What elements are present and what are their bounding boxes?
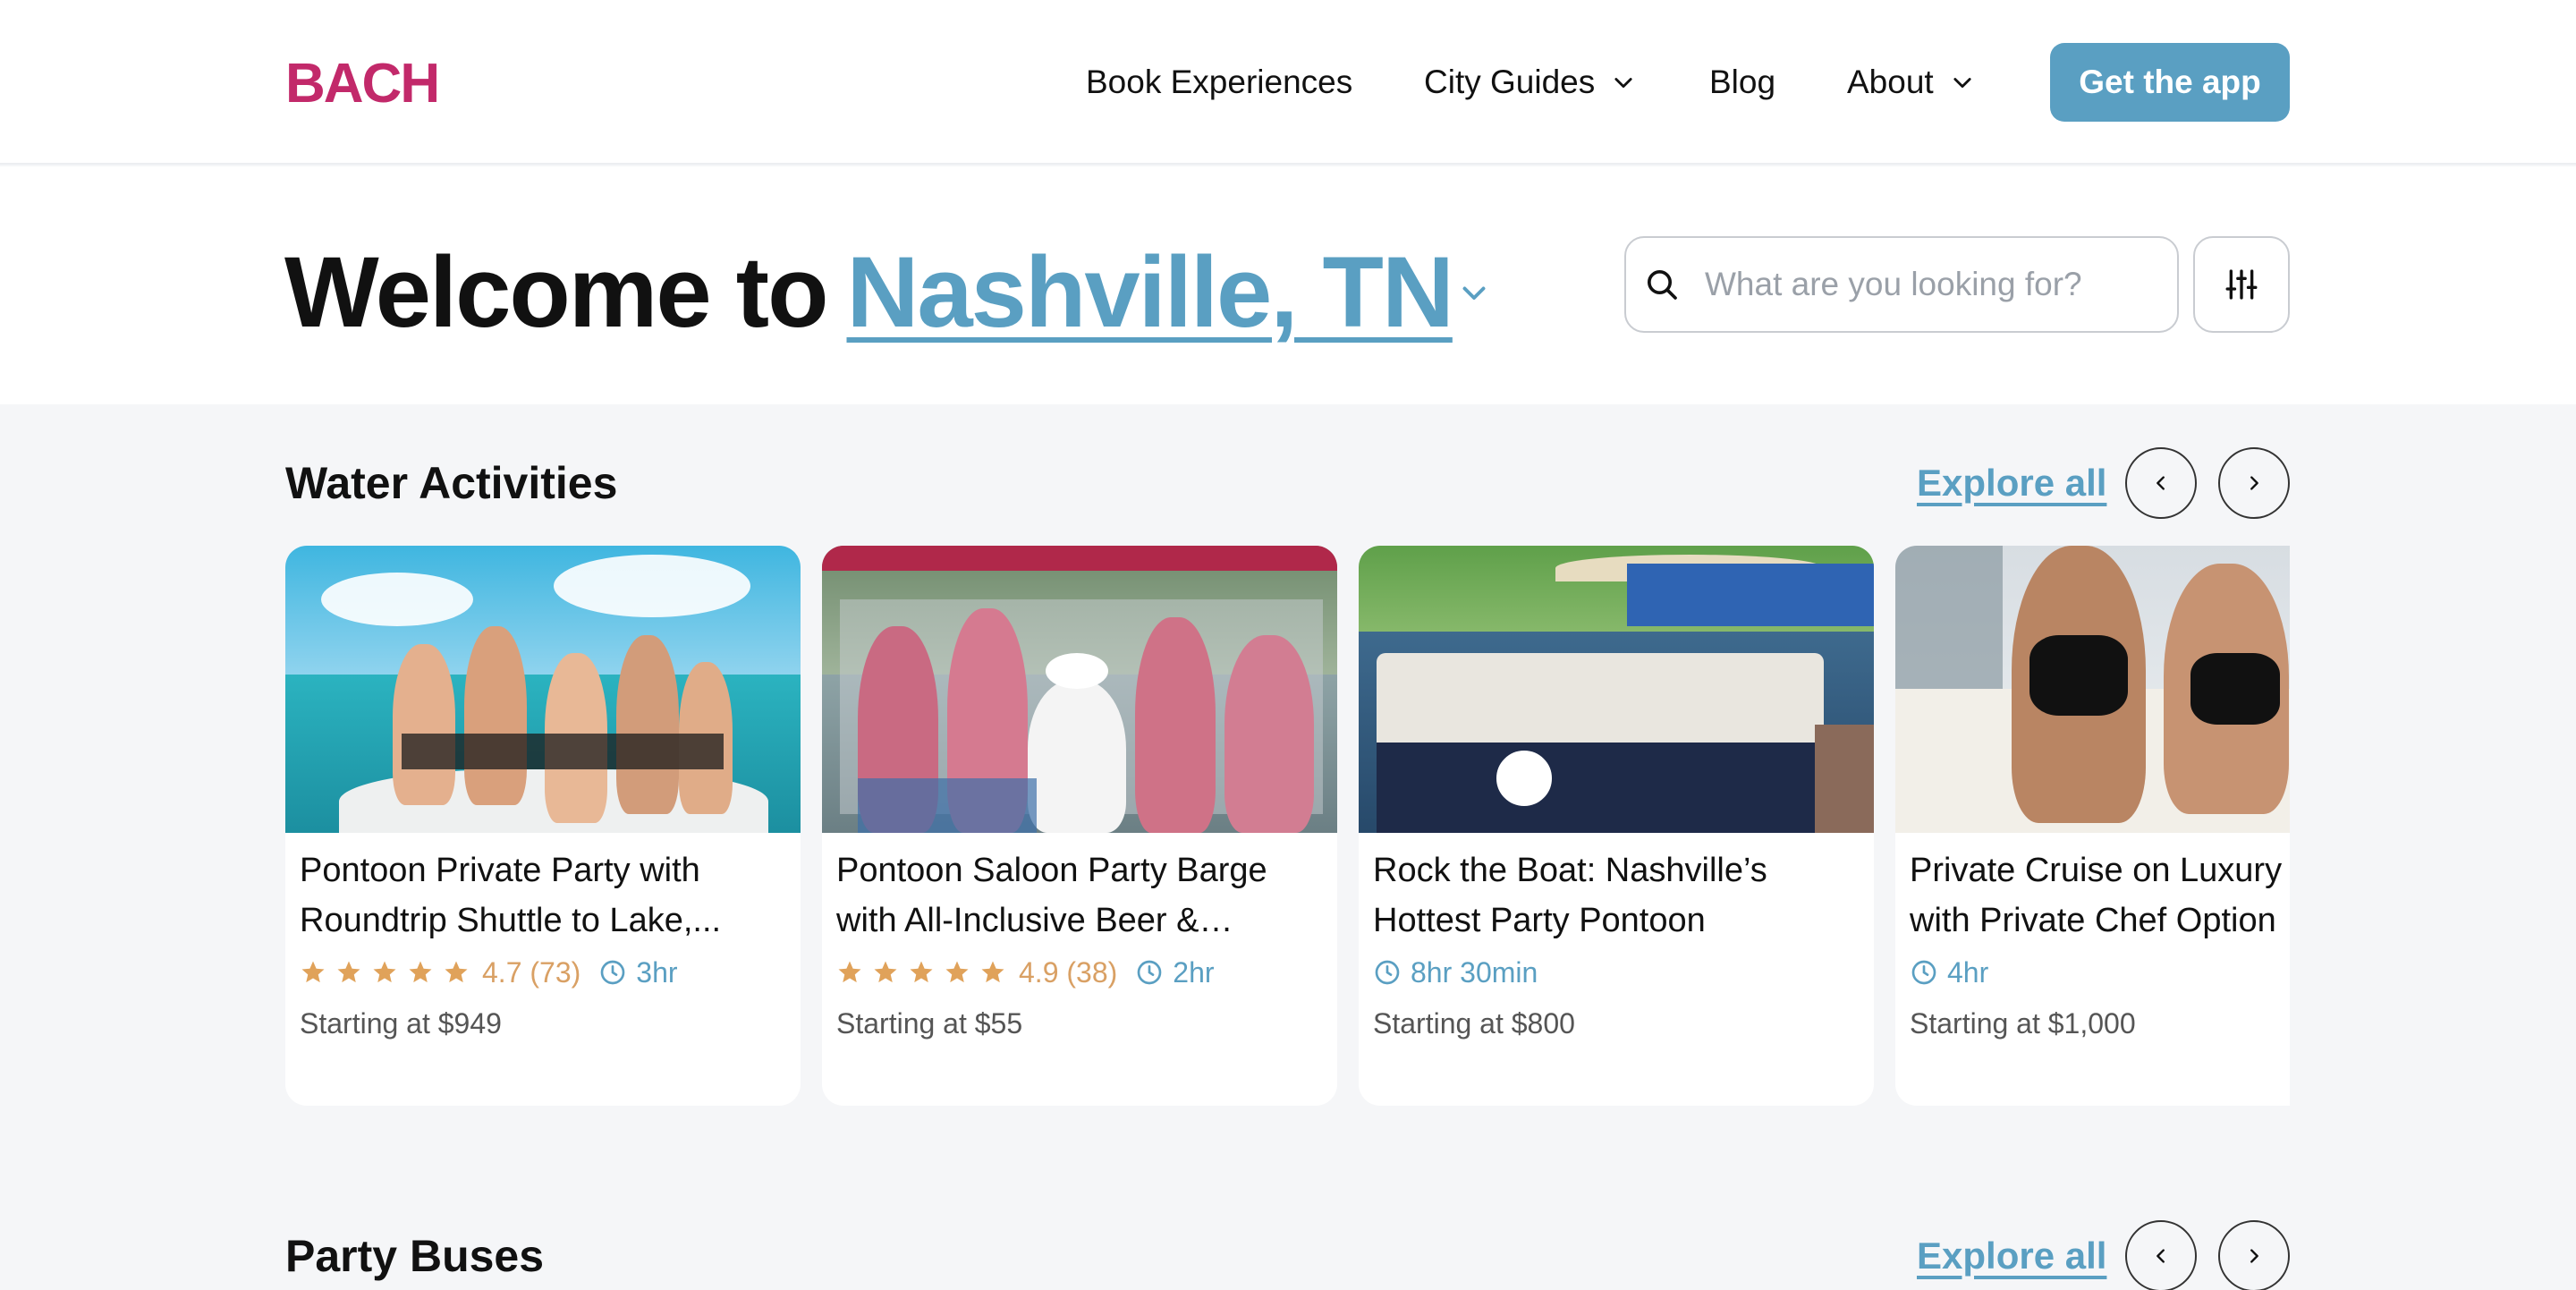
nav-link-book-experiences[interactable]: Book Experiences xyxy=(1086,59,1352,106)
nav-link-label: About xyxy=(1847,64,1934,100)
pontoon-boat-dock-photo xyxy=(1359,546,1874,833)
bach-logo[interactable]: BACH xyxy=(285,52,440,116)
carousel-next-button[interactable] xyxy=(2218,1220,2290,1290)
star-rating xyxy=(300,959,479,986)
chevron-down-icon[interactable] xyxy=(1458,276,1490,309)
page-title: Welcome to Nashville, TN xyxy=(284,234,1490,351)
nav-link-label: City Guides xyxy=(1424,64,1596,100)
section-title-party-buses: Party Buses xyxy=(285,1231,545,1281)
clock-icon xyxy=(1910,958,1938,987)
card-meta: 4hr xyxy=(1910,951,2290,994)
card-title[interactable]: Rock the Boat: Nashville’s Hottest Party… xyxy=(1373,845,1860,946)
rating-text: 4.9 (38) xyxy=(1019,955,1118,989)
nav-link-about[interactable]: About xyxy=(1847,59,1975,106)
experience-card[interactable]: Rock the Boat: Nashville’s Hottest Party… xyxy=(1359,546,1874,1106)
chevron-left-icon xyxy=(2157,476,2165,490)
nav-link-label: Book Experiences xyxy=(1086,64,1353,100)
star-icon xyxy=(407,959,434,986)
star-icon xyxy=(872,959,899,986)
carousel-next-button[interactable] xyxy=(2218,447,2290,519)
card-meta: 4.9 (38) 2hr xyxy=(836,951,1323,994)
filter-button[interactable] xyxy=(2193,236,2290,333)
card-title[interactable]: Private Cruise on Luxury Yacht with Priv… xyxy=(1910,845,2290,946)
star-rating xyxy=(836,959,1015,986)
star-icon xyxy=(944,959,970,986)
clock-icon xyxy=(1373,958,1402,987)
star-icon xyxy=(979,959,1006,986)
top-nav: BACH Book Experiences City Guides Blog A… xyxy=(0,0,2576,165)
carousel-prev-button[interactable] xyxy=(2125,1220,2197,1290)
explore-all-link[interactable]: Explore all xyxy=(1917,1233,2106,1279)
card-meta: 4.7 (73) 3hr xyxy=(300,951,786,994)
price-text: Starting at $949 xyxy=(300,1007,502,1040)
chevron-down-icon xyxy=(1611,70,1636,95)
star-icon xyxy=(836,959,863,986)
price-text: Starting at $55 xyxy=(836,1007,1023,1040)
chevron-right-icon xyxy=(2250,1249,2258,1263)
chevron-down-icon xyxy=(1950,70,1975,95)
experience-card[interactable]: Pontoon Private Party with Roundtrip Shu… xyxy=(285,546,801,1106)
party-barge-group-photo xyxy=(822,546,1337,833)
section-title-water-activities: Water Activities xyxy=(285,458,618,508)
yacht-deck-photo xyxy=(1895,546,2290,833)
duration-text: 4hr xyxy=(1947,955,1989,989)
experience-card[interactable]: Private Cruise on Luxury Yacht with Priv… xyxy=(1895,546,2290,1106)
search-input[interactable] xyxy=(1705,266,2152,303)
chevron-left-icon xyxy=(2157,1249,2165,1263)
nav-link-label: Blog xyxy=(1709,64,1776,100)
star-icon xyxy=(371,959,398,986)
water-activities-carousel: Pontoon Private Party with Roundtrip Shu… xyxy=(285,546,2290,1109)
price-text: Starting at $800 xyxy=(1373,1007,1575,1040)
star-icon xyxy=(443,959,470,986)
search-icon xyxy=(1644,267,1680,302)
clock-icon xyxy=(1135,958,1164,987)
explore-all-link[interactable]: Explore all xyxy=(1917,460,2106,506)
duration-text: 8hr 30min xyxy=(1411,955,1538,989)
nav-link-blog[interactable]: Blog xyxy=(1709,59,1775,106)
clock-icon xyxy=(598,958,627,987)
card-title[interactable]: Pontoon Private Party with Roundtrip Shu… xyxy=(300,845,786,946)
carousel-prev-button[interactable] xyxy=(2125,447,2197,519)
search-box[interactable] xyxy=(1624,236,2179,333)
duration-text: 2hr xyxy=(1173,955,1215,989)
experience-card[interactable]: Pontoon Saloon Party Barge with All-Incl… xyxy=(822,546,1337,1106)
star-icon xyxy=(335,959,362,986)
city-selector[interactable]: Nashville, TN xyxy=(847,234,1454,351)
card-meta: 8hr 30min xyxy=(1373,951,1860,994)
duration-text: 3hr xyxy=(636,955,678,989)
chevron-right-icon xyxy=(2250,476,2258,490)
star-icon xyxy=(908,959,935,986)
rating-text: 4.7 (73) xyxy=(482,955,581,989)
star-icon xyxy=(300,959,326,986)
nav-link-city-guides[interactable]: City Guides xyxy=(1424,59,1636,106)
sliders-icon xyxy=(2224,267,2259,302)
group-on-boat-lake-photo xyxy=(285,546,801,833)
hero: Welcome to Nashville, TN xyxy=(0,166,2576,404)
price-text: Starting at $1,000 xyxy=(1910,1007,2136,1040)
get-the-app-button[interactable]: Get the app xyxy=(2050,43,2290,122)
welcome-prefix: Welcome to xyxy=(284,236,828,348)
card-title[interactable]: Pontoon Saloon Party Barge with All-Incl… xyxy=(836,845,1323,946)
